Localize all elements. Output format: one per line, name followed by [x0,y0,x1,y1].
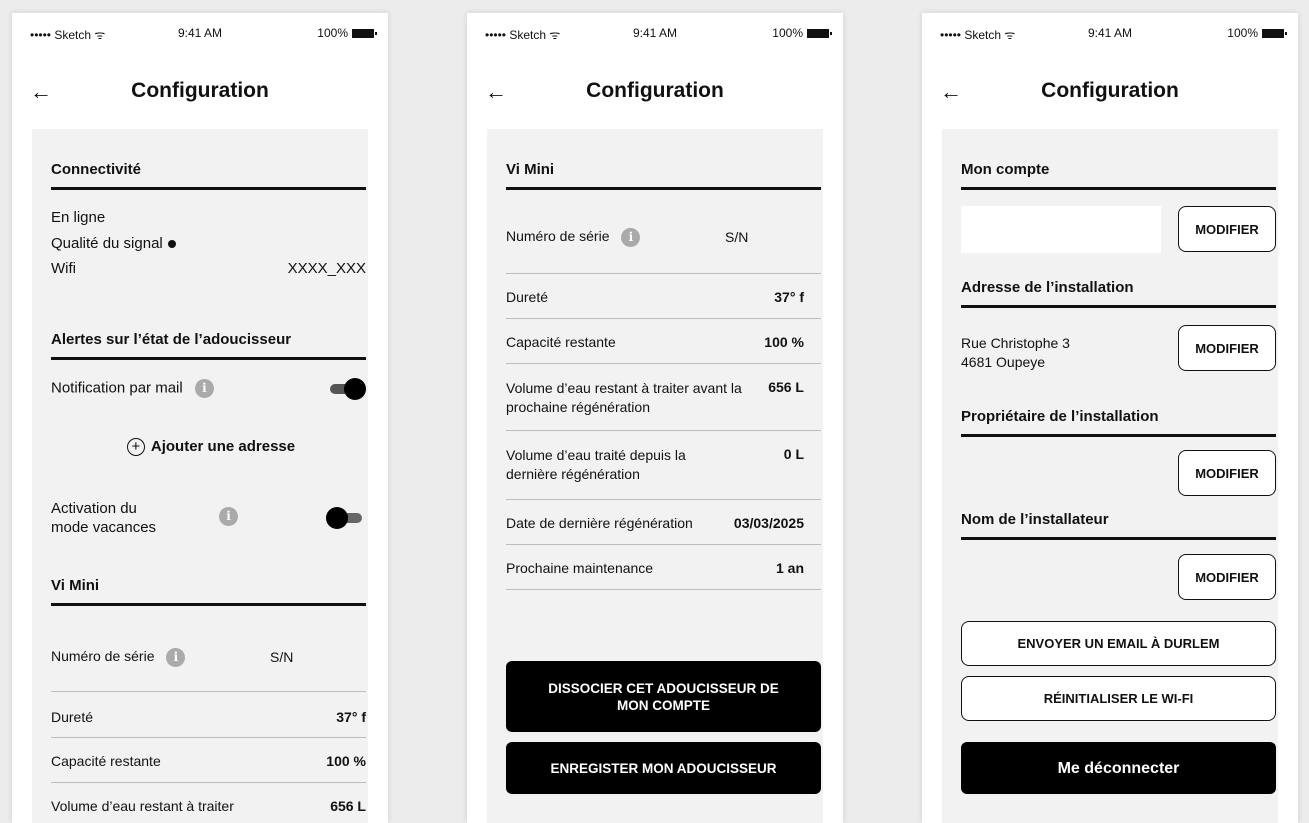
section-title-owner: Propriétaire de l’installation [961,408,1276,437]
vacation-mode-toggle[interactable] [326,507,366,529]
volume-label: Volume d’eau restant à traiter [51,798,234,814]
row-value: 03/03/2025 [733,515,804,531]
volume-value: 656 L [330,798,366,814]
battery-icon [352,28,377,38]
battery-icon [807,28,832,38]
info-icon[interactable]: i [166,648,186,667]
row-label: Prochaine maintenance [506,560,654,576]
divider [51,691,366,692]
info-icon[interactable]: i [219,507,238,526]
plus-circle-icon: + [126,438,145,457]
section-title-account: Mon compte [961,161,1276,190]
row-value: 656 L [768,379,804,395]
row-label: Volume d’eau traité depuis la dernière r… [506,447,686,482]
divider [506,273,821,274]
row-label: Volume d’eau restant à traiter avant la … [506,380,742,415]
row-value: 37° f [774,289,804,305]
section-title-alerts: Alertes sur l’état de l’adoucisseur [51,331,366,360]
phone-screen-connectivity: ••••• Sketch ᯤ 9:41 AM 100% ← Configurat… [12,13,388,823]
status-bar: ••••• Sketch ᯤ 9:41 AM 100% [922,13,1298,42]
row-value: 100 % [764,334,804,350]
row-label: Capacité restante [506,334,616,350]
phone-screen-device: ••••• Sketch ᯤ 9:41 AM 100% ← Configurat… [467,13,843,823]
capacity-label: Capacité restante [51,753,161,769]
section-title-device: Vi Mini [51,577,366,606]
modify-installer-button[interactable]: MODIFIER [1178,554,1276,600]
section-title-connectivity: Connectivité [51,161,366,190]
divider [51,782,366,783]
account-panel: Mon compte MODIFIER Adresse de l’install… [942,129,1278,823]
page-title: Configuration [586,79,724,102]
phone-screen-account: ••••• Sketch ᯤ 9:41 AM 100% ← Configurat… [922,13,1298,823]
modify-address-button[interactable]: MODIFIER [1178,325,1276,371]
hardness-label: Dureté [51,709,94,725]
vacation-mode-label: Activation du mode vacances [51,500,157,536]
logout-button[interactable]: Me déconnecter [961,742,1276,794]
battery-indicator: 100% [772,26,832,40]
modify-account-button[interactable]: MODIFIER [1178,206,1276,252]
dissociate-button[interactable]: DISSOCIER CET ADOUCISSEUR DE MON COMPTE [506,661,821,732]
status-bar: ••••• Sketch ᯤ 9:41 AM 100% [12,13,388,42]
account-field[interactable] [961,206,1161,253]
divider [506,430,821,431]
add-address-button[interactable]: + Ajouter une adresse [32,438,368,457]
section-title-installer: Nom de l’installateur [961,511,1276,540]
section-title-address: Adresse de l’installation [961,279,1276,308]
hardness-value: 37° f [336,709,366,725]
divider [506,499,821,500]
divider [51,737,366,738]
online-status: En ligne [51,209,106,226]
signal-quality: Qualité du signal [51,235,176,252]
mail-notification-toggle[interactable] [326,378,366,400]
mail-notification-label: Notification par mail i [51,379,214,398]
row-label: Dureté [506,289,549,305]
row-value: 1 an [775,560,804,576]
divider [506,318,821,319]
page-title: Configuration [131,79,269,102]
page-title: Configuration [1041,79,1179,102]
reset-wifi-button[interactable]: RÉINITIALISER LE WI-FI [961,676,1276,721]
wifi-label: Wifi [51,260,76,277]
info-icon[interactable]: i [194,379,214,398]
serial-number-label: Numéro de série i [51,648,186,667]
serial-number-label: Numéro de série i [506,228,641,247]
row-label: Date de dernière régénération [506,515,693,531]
status-bar: ••••• Sketch ᯤ 9:41 AM 100% [467,13,843,42]
battery-indicator: 100% [317,26,377,40]
settings-panel: Connectivité En ligne Qualité du signal … [32,129,368,823]
device-panel: Vi Mini Numéro de série i S/N Dureté 37°… [487,129,823,823]
serial-number-value: S/N [725,229,749,245]
divider [506,544,821,545]
signal-dot-icon [167,240,176,249]
battery-indicator: 100% [1227,26,1287,40]
wifi-value: XXXX_XXX [287,260,366,277]
section-title-device: Vi Mini [506,161,821,190]
divider [506,589,821,590]
info-icon[interactable]: i [621,228,641,247]
register-button[interactable]: ENREGISTER MON ADOUCISSEUR [506,742,821,794]
modify-owner-button[interactable]: MODIFIER [1178,450,1276,496]
divider [506,363,821,364]
installation-address: Rue Christophe 3 4681 Oupeye [961,335,1070,370]
send-email-button[interactable]: ENVOYER UN EMAIL À DURLEM [961,621,1276,666]
battery-icon [1262,28,1287,38]
row-value: 0 L [783,446,804,462]
capacity-value: 100 % [326,753,366,769]
serial-number-value: S/N [270,649,294,665]
